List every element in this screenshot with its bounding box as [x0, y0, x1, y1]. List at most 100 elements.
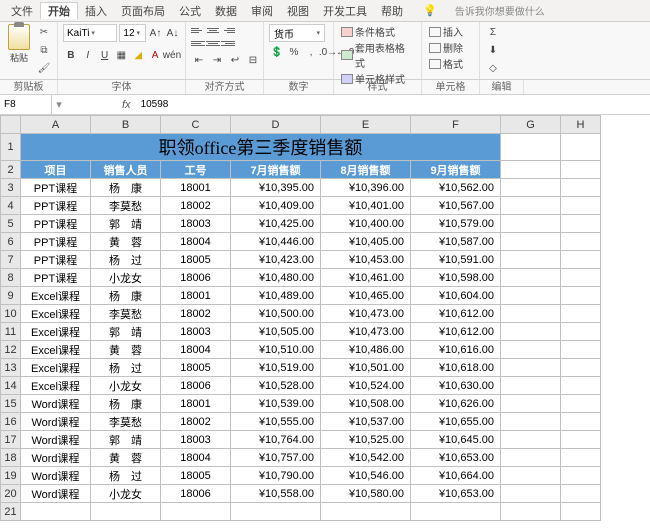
cell[interactable]: 18006: [161, 485, 231, 503]
cell[interactable]: 杨 过: [91, 467, 161, 485]
cell[interactable]: 郭 靖: [91, 323, 161, 341]
cell[interactable]: ¥10,480.00: [231, 269, 321, 287]
cell[interactable]: ¥10,401.00: [321, 197, 411, 215]
cell[interactable]: [561, 449, 601, 467]
row-header[interactable]: 8: [1, 269, 21, 287]
cell[interactable]: 小龙女: [91, 269, 161, 287]
cell[interactable]: ¥10,528.00: [231, 377, 321, 395]
cell[interactable]: 18002: [161, 305, 231, 323]
fx-icon[interactable]: fx: [116, 99, 137, 111]
align-grid[interactable]: [191, 24, 235, 49]
cell[interactable]: ¥10,510.00: [231, 341, 321, 359]
cell[interactable]: 小龙女: [91, 377, 161, 395]
cell[interactable]: 李莫愁: [91, 305, 161, 323]
cell[interactable]: ¥10,542.00: [321, 449, 411, 467]
col-header[interactable]: E: [321, 116, 411, 134]
cell[interactable]: [561, 161, 601, 179]
cell[interactable]: 杨 过: [91, 359, 161, 377]
font-size-select[interactable]: 12▾: [119, 24, 146, 42]
cell[interactable]: ¥10,508.00: [321, 395, 411, 413]
number-format-select[interactable]: 货币▾: [269, 24, 325, 42]
cell[interactable]: [561, 395, 601, 413]
cell[interactable]: ¥10,505.00: [231, 323, 321, 341]
row-header[interactable]: 16: [1, 413, 21, 431]
cell[interactable]: Word课程: [21, 395, 91, 413]
col-header[interactable]: F: [411, 116, 501, 134]
cell[interactable]: Excel课程: [21, 323, 91, 341]
cell[interactable]: 18004: [161, 233, 231, 251]
cell[interactable]: Word课程: [21, 413, 91, 431]
cell[interactable]: [501, 251, 561, 269]
cell[interactable]: Word课程: [21, 449, 91, 467]
header-cell[interactable]: 销售人员: [91, 161, 161, 179]
cell[interactable]: [501, 485, 561, 503]
cell[interactable]: [561, 287, 601, 305]
cell[interactable]: ¥10,525.00: [321, 431, 411, 449]
percent-button[interactable]: %: [286, 44, 302, 60]
cell[interactable]: [561, 134, 601, 161]
tab-layout[interactable]: 页面布局: [114, 3, 172, 19]
cell[interactable]: ¥10,501.00: [321, 359, 411, 377]
cell[interactable]: PPT课程: [21, 251, 91, 269]
clear-button[interactable]: ◇: [485, 60, 501, 76]
format-painter-button[interactable]: 🖌: [36, 60, 52, 76]
cell[interactable]: [561, 341, 601, 359]
cell[interactable]: 18003: [161, 431, 231, 449]
row-header[interactable]: 1: [1, 134, 21, 161]
cell[interactable]: [561, 233, 601, 251]
header-cell[interactable]: 9月销售额: [411, 161, 501, 179]
col-header[interactable]: H: [561, 116, 601, 134]
col-header[interactable]: A: [21, 116, 91, 134]
header-cell[interactable]: 项目: [21, 161, 91, 179]
select-all-corner[interactable]: [1, 116, 21, 134]
cell[interactable]: ¥10,396.00: [321, 179, 411, 197]
cell[interactable]: [501, 161, 561, 179]
cell[interactable]: Excel课程: [21, 287, 91, 305]
header-cell[interactable]: 工号: [161, 161, 231, 179]
conditional-format-button[interactable]: 条件格式: [339, 24, 397, 39]
cell[interactable]: [501, 431, 561, 449]
cell[interactable]: ¥10,453.00: [321, 251, 411, 269]
cell[interactable]: [561, 485, 601, 503]
cell[interactable]: ¥10,612.00: [411, 323, 501, 341]
cell[interactable]: ¥10,519.00: [231, 359, 321, 377]
header-cell[interactable]: 8月销售额: [321, 161, 411, 179]
cell[interactable]: ¥10,618.00: [411, 359, 501, 377]
cell[interactable]: [411, 503, 501, 521]
title-cell[interactable]: 职领office第三季度销售额: [21, 134, 501, 161]
cell[interactable]: [501, 359, 561, 377]
cell[interactable]: [501, 467, 561, 485]
row-header[interactable]: 6: [1, 233, 21, 251]
cell[interactable]: [501, 305, 561, 323]
cell[interactable]: [561, 215, 601, 233]
cell[interactable]: ¥10,405.00: [321, 233, 411, 251]
delete-cells-button[interactable]: 删除: [427, 40, 465, 55]
cell[interactable]: Excel课程: [21, 341, 91, 359]
row-header[interactable]: 12: [1, 341, 21, 359]
row-header[interactable]: 5: [1, 215, 21, 233]
cell[interactable]: ¥10,764.00: [231, 431, 321, 449]
cell[interactable]: Excel课程: [21, 359, 91, 377]
cell[interactable]: 小龙女: [91, 485, 161, 503]
cell[interactable]: ¥10,616.00: [411, 341, 501, 359]
cell[interactable]: [501, 287, 561, 305]
cell[interactable]: 18001: [161, 395, 231, 413]
cell[interactable]: ¥10,612.00: [411, 305, 501, 323]
cell[interactable]: [501, 269, 561, 287]
cell[interactable]: 18005: [161, 359, 231, 377]
row-header[interactable]: 17: [1, 431, 21, 449]
cell[interactable]: [561, 197, 601, 215]
cell[interactable]: 杨 康: [91, 287, 161, 305]
cell[interactable]: [561, 503, 601, 521]
font-name-select[interactable]: KaiTi▾: [63, 24, 117, 42]
col-header[interactable]: G: [501, 116, 561, 134]
increase-indent-button[interactable]: ⇥: [209, 52, 225, 68]
cell[interactable]: 黄 蓉: [91, 449, 161, 467]
cell[interactable]: PPT课程: [21, 179, 91, 197]
cell[interactable]: ¥10,473.00: [321, 305, 411, 323]
cell[interactable]: 杨 过: [91, 251, 161, 269]
phonetic-button[interactable]: wén: [164, 47, 180, 63]
copy-button[interactable]: ⧉: [36, 42, 52, 58]
tab-view[interactable]: 视图: [280, 3, 316, 19]
cell[interactable]: [501, 233, 561, 251]
